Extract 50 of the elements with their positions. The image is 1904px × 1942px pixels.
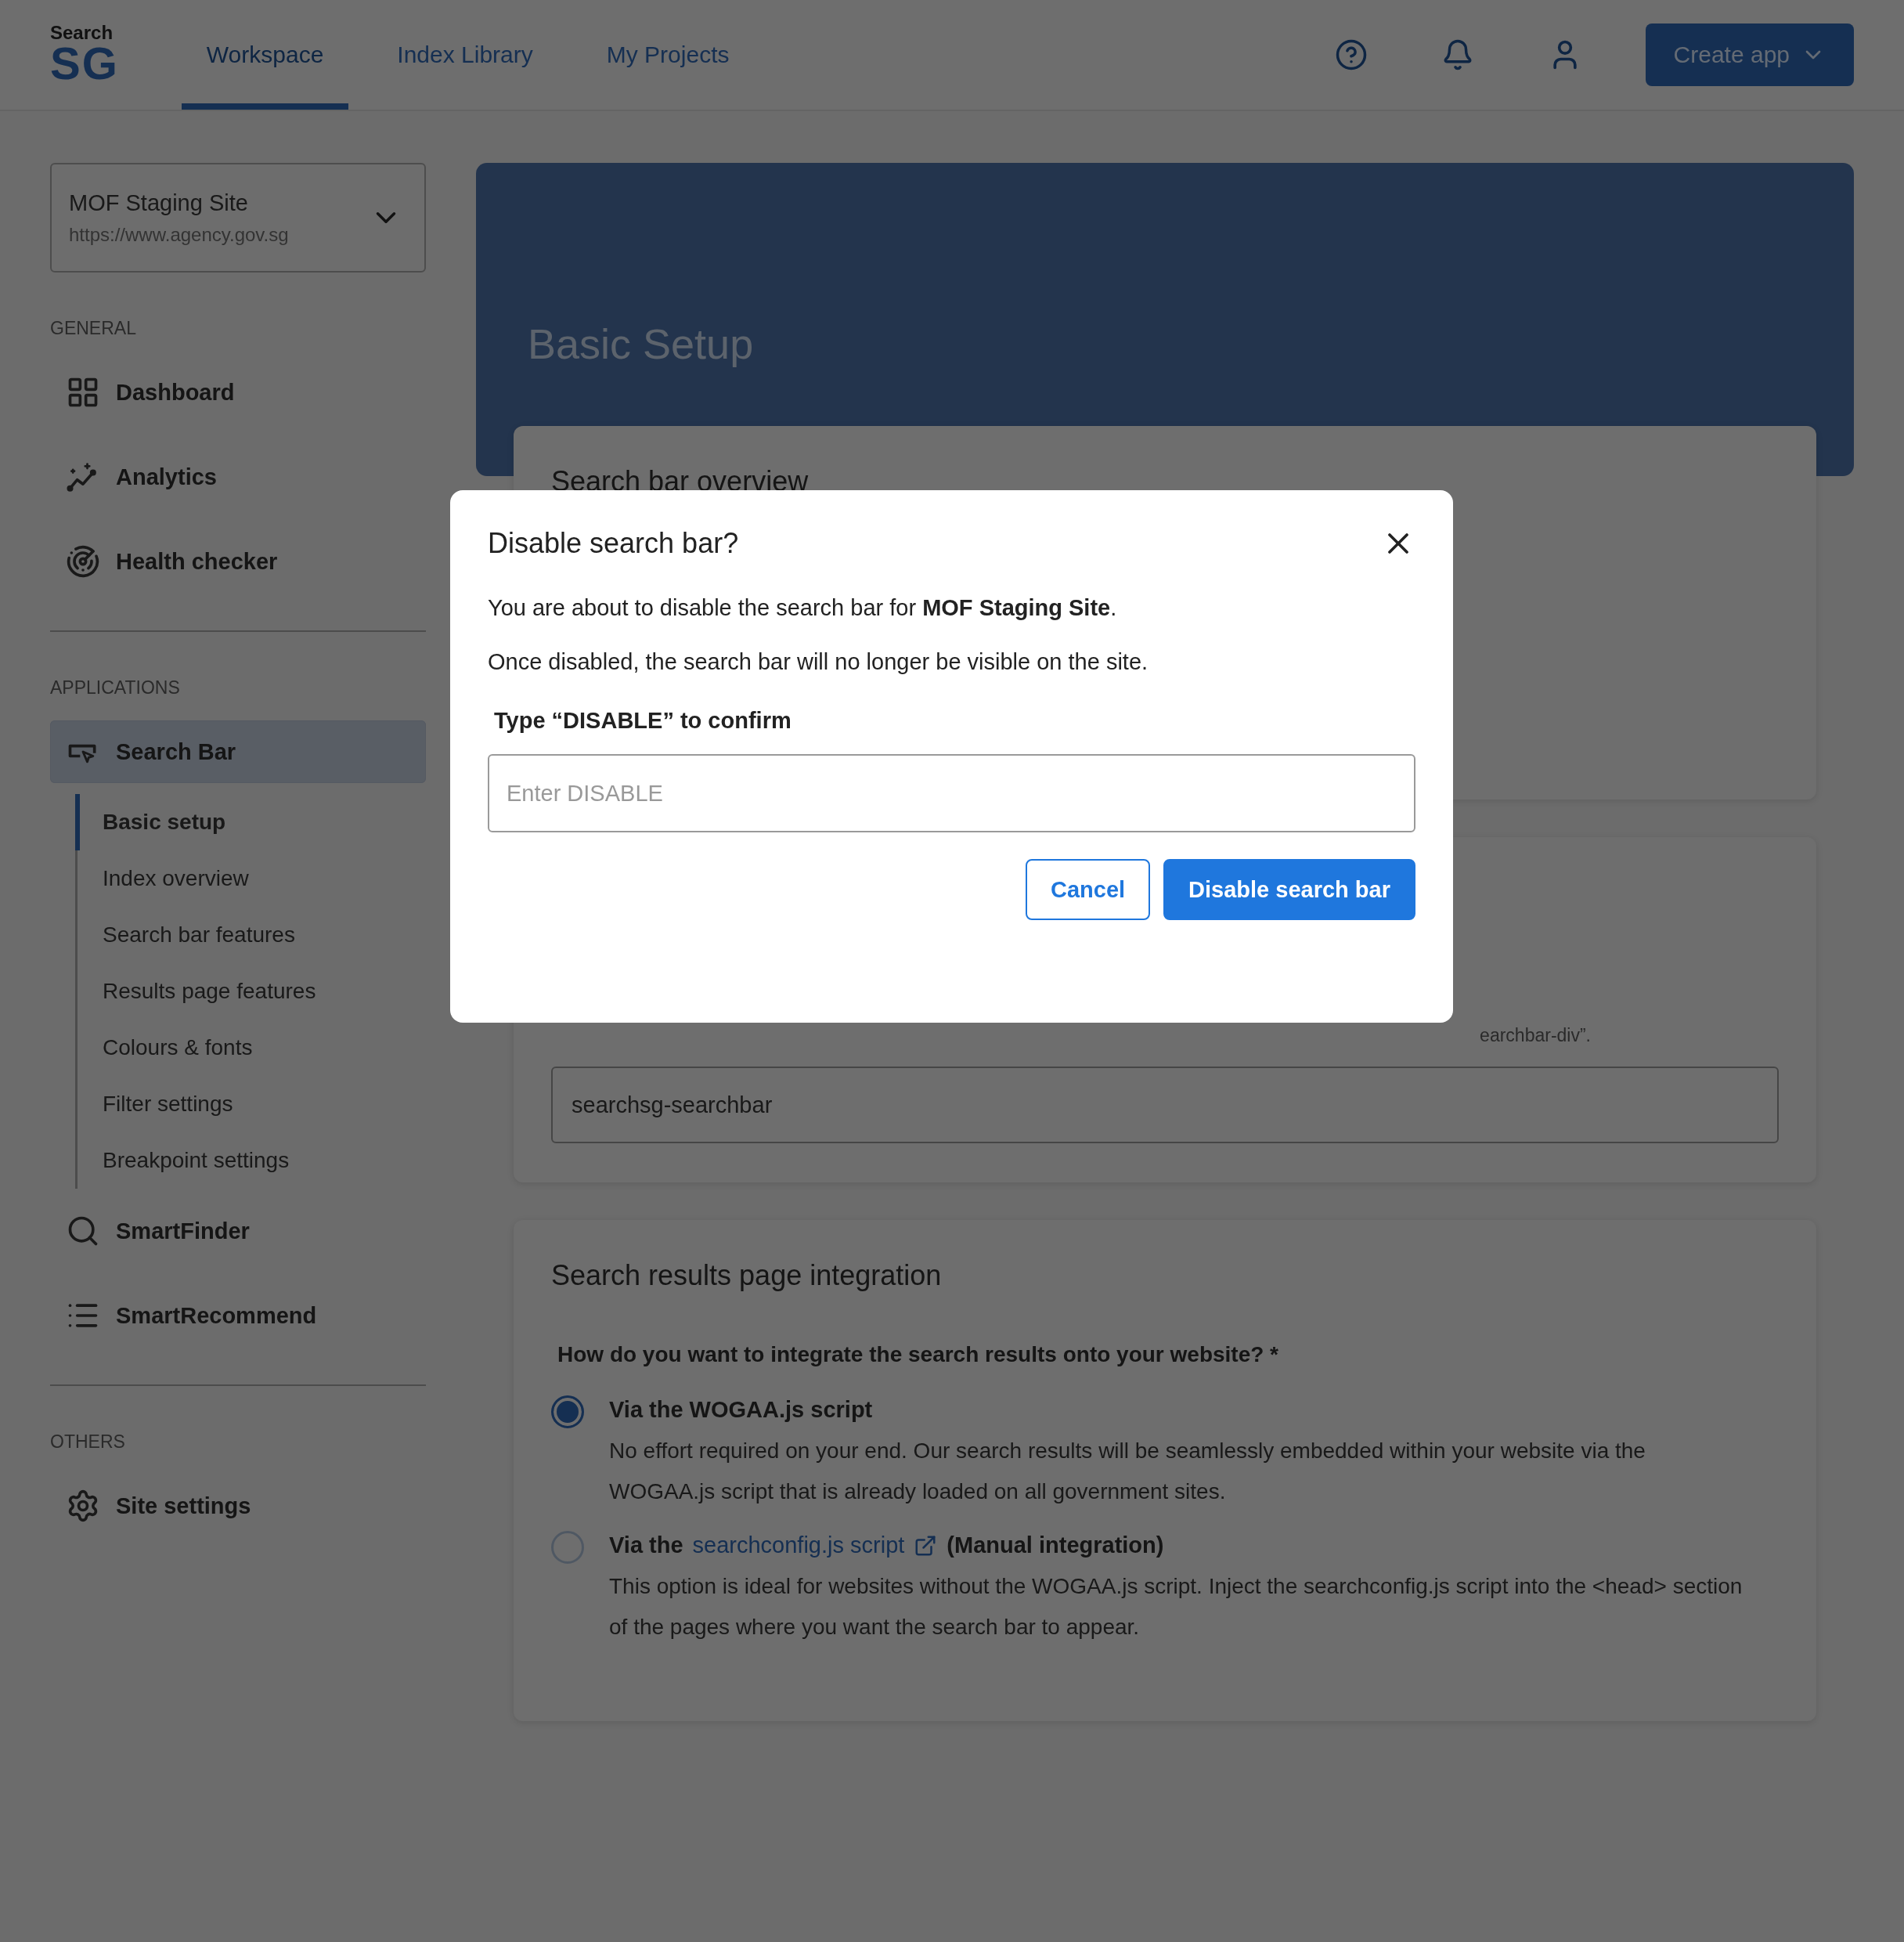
confirm-input[interactable]: Enter DISABLE [488,754,1415,832]
nav-tab[interactable]: Index Library [372,0,558,110]
sidebar-subitem[interactable]: Basic setup [75,794,426,850]
sidebar-item[interactable]: SmartFinder [50,1200,426,1262]
question-text: How do you want to integrate the search results onto your website? * [557,1342,1280,1367]
site-url: https://www.agency.gov.sg [69,223,290,246]
element-id-field[interactable]: searchsg-searchbar [551,1067,1779,1143]
card-heading: Search bar overview [551,465,810,498]
sidebar-subitem[interactable]: Colours & fonts [75,1020,426,1076]
nav-tab[interactable]: My Projects [581,0,755,110]
disable-button[interactable]: Disable search bar [1163,859,1415,920]
site-selector[interactable]: MOF Staging Site https://www.agency.gov.sg [50,163,426,273]
section-heading: GENERAL [50,318,137,339]
logo-caption: Search [50,23,114,42]
field-label: Type “DISABLE” to confirm [494,708,792,734]
script-link[interactable]: searchconfig.js script [692,1532,905,1558]
sidebar-subitem[interactable]: Index overview [75,850,426,907]
sidebar-subitem[interactable]: Results page features [75,963,426,1020]
cancel-button[interactable]: Cancel [1025,859,1151,920]
sidebar-subitem[interactable]: Breakpoint settings [75,1132,426,1189]
sidebar-item[interactable]: Health checker [50,530,426,593]
option-note: (Manual integration) [947,1532,1164,1558]
sidebar-item[interactable]: Dashboard [50,361,426,424]
nav-tab[interactable]: Workspace [181,0,349,110]
sidebar-item[interactable]: SmartRecommend [50,1284,426,1347]
option-description: No effort required on your end. Our search results will be seamlessly embedded within your website via the WOGAA.js script that is already loaded on all government sites. [609,1438,1646,1505]
dialog-text: You are about to disable the search bar for MOF Staging Site. [488,595,1118,621]
dialog-text: Once disabled, the search bar will no longer be visible on the site. [488,649,1149,675]
sidebar-subitem[interactable]: Filter settings [75,1076,426,1132]
section-heading: OTHERS [50,1431,126,1453]
sidebar-item[interactable]: Analytics [50,446,426,508]
radio-button[interactable] [551,1395,584,1428]
option-title: Via the [609,1532,683,1558]
page-title: Basic Setup [528,319,755,368]
dialog-title: Disable search bar? [488,527,739,560]
option-title: Via the WOGAA.js script [609,1397,873,1423]
sidebar-item[interactable]: Site settings [50,1475,426,1537]
create-app-button[interactable]: Create app [1645,23,1854,86]
field-hint: earchbar-div”. [1480,1025,1591,1046]
section-heading: APPLICATIONS [50,677,181,698]
card-heading: Search results page integration [551,1259,943,1292]
option-description: This option is ideal for websites without the WOGAA.js script. Inject the searchconfig.js script into the <head> section of the pages where you want the search bar to appear. [609,1573,1744,1641]
logo-text: SG [50,41,119,86]
sidebar-subitem[interactable]: Search bar features [75,907,426,963]
help-icon[interactable] [1334,38,1368,71]
radar-icon [66,544,100,579]
site-name: MOF Staging Site [69,190,249,216]
radio-button[interactable] [551,1531,584,1564]
external-link-icon [914,1533,938,1558]
sidebar-item[interactable]: Search Bar [50,720,426,783]
